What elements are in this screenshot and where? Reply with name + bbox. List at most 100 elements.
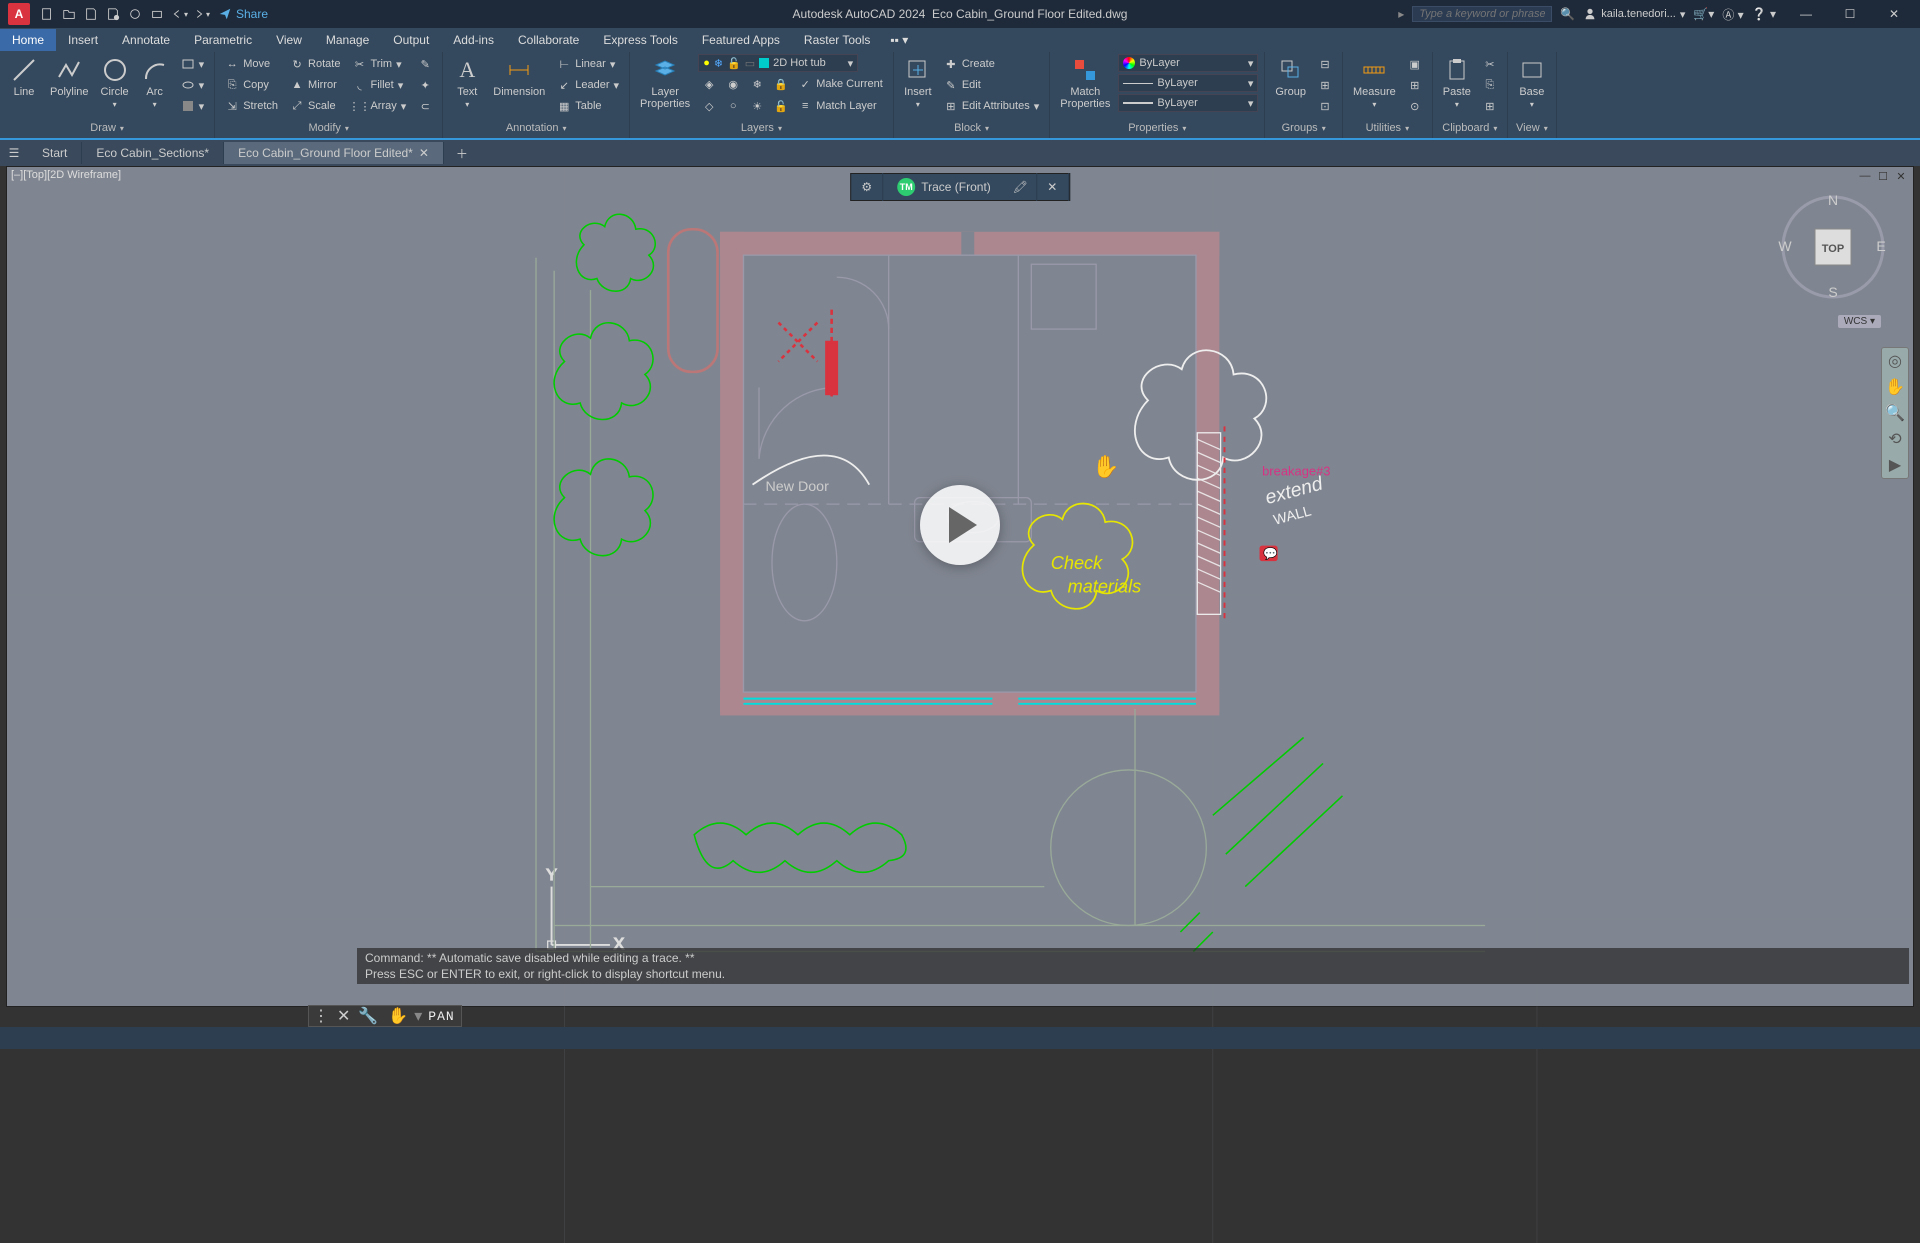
tab-close-icon[interactable]: ✕ (419, 146, 429, 160)
panel-annotation-title[interactable]: Annotation (449, 120, 623, 136)
fillet-button[interactable]: ◟Fillet ▾ (348, 75, 410, 95)
qat-plot-icon[interactable] (148, 5, 166, 23)
hatch-button[interactable]: ▾ (177, 96, 209, 116)
qat-web-icon[interactable] (126, 5, 144, 23)
menu-output[interactable]: Output (381, 29, 441, 51)
explode-button[interactable]: ✦ (414, 75, 436, 95)
menu-featured[interactable]: Featured Apps (690, 29, 792, 51)
panel-layers-title[interactable]: Layers (636, 120, 887, 136)
layer-unlock-button[interactable]: 🔓 (770, 96, 792, 116)
new-tab-button[interactable]: ＋ (444, 141, 480, 166)
minimize-button[interactable]: — (1784, 0, 1828, 28)
panel-clipboard-title[interactable]: Clipboard (1439, 120, 1501, 136)
panel-groups-title[interactable]: Groups (1271, 120, 1336, 136)
create-block-button[interactable]: ✚Create (940, 54, 1043, 74)
arc-button[interactable]: Arc▾ (137, 54, 173, 111)
ungroup-button[interactable]: ⊟ (1314, 54, 1336, 74)
erase-button[interactable]: ✎ (414, 54, 436, 74)
layer-iso-button[interactable]: ◈ (698, 74, 720, 94)
search-icon[interactable]: 🔍 (1560, 7, 1575, 21)
panel-view-title[interactable]: View (1514, 120, 1550, 136)
table-button[interactable]: ▦Table (553, 96, 623, 116)
menu-raster[interactable]: Raster Tools (792, 29, 882, 51)
menu-home[interactable]: Home (0, 29, 56, 51)
edit-attrs-button[interactable]: ⊞Edit Attributes ▾ (940, 96, 1043, 116)
share-button[interactable]: Share (218, 7, 268, 21)
qat-undo-icon[interactable]: ▾ (170, 5, 188, 23)
array-button[interactable]: ⋮⋮Array ▾ (348, 96, 410, 116)
cmd-options-icon[interactable]: ⋮ (309, 1006, 333, 1026)
lineweight-dropdown[interactable]: ByLayer▾ (1118, 94, 1258, 112)
rotate-button[interactable]: ↻Rotate (286, 54, 344, 74)
make-current-button[interactable]: ✓Make Current (794, 74, 887, 94)
app-logo-icon[interactable]: A (8, 3, 30, 25)
qat-new-icon[interactable] (38, 5, 56, 23)
menu-addins[interactable]: Add-ins (441, 29, 506, 51)
group-button[interactable]: Group (1271, 54, 1310, 100)
menu-annotate[interactable]: Annotate (110, 29, 182, 51)
dimension-button[interactable]: Dimension (489, 54, 549, 100)
circle-button[interactable]: Circle▾ (97, 54, 133, 111)
match-layer-button[interactable]: ≡Match Layer (794, 96, 881, 116)
layer-on-button[interactable]: ○ (722, 96, 744, 116)
text-button[interactable]: AText▾ (449, 54, 485, 111)
qat-saveas-icon[interactable] (104, 5, 122, 23)
panel-draw-title[interactable]: Draw (6, 120, 208, 136)
move-button[interactable]: ↔Move (221, 54, 282, 74)
linear-button[interactable]: ⊢Linear ▾ (553, 54, 623, 74)
ellipse-button[interactable]: ▾ (177, 75, 209, 95)
layer-uniso-button[interactable]: ◇ (698, 96, 720, 116)
group-sel-button[interactable]: ⊡ (1314, 96, 1336, 116)
cut-button[interactable]: ✂ (1479, 54, 1501, 74)
autodesk-icon[interactable]: Ⓐ ▾ (1722, 6, 1743, 23)
menu-view[interactable]: View (264, 29, 314, 51)
leader-button[interactable]: ↙Leader ▾ (553, 75, 623, 95)
group-edit-button[interactable]: ⊞ (1314, 75, 1336, 95)
play-overlay-icon[interactable] (920, 485, 1000, 565)
layer-props-button[interactable]: Layer Properties (636, 54, 694, 112)
command-input[interactable]: PAN (422, 1009, 460, 1024)
menu-parametric[interactable]: Parametric (182, 29, 264, 51)
stretch-button[interactable]: ⇲Stretch (221, 96, 282, 116)
qat-save-icon[interactable] (82, 5, 100, 23)
line-button[interactable]: Line (6, 54, 42, 100)
paste-button[interactable]: Paste▾ (1439, 54, 1475, 111)
rect-button[interactable]: ▾ (177, 54, 209, 74)
color-dropdown[interactable]: ByLayer▾ (1118, 54, 1258, 72)
cmd-close-icon[interactable]: ✕ (333, 1006, 354, 1026)
layer-lock-button[interactable]: 🔒 (770, 74, 792, 94)
offset-button[interactable]: ⊂ (414, 96, 436, 116)
drawing-canvas[interactable]: [–][Top][2D Wireframe] — ☐ ✕ ⚙ TM Trace … (6, 166, 1914, 1007)
panel-block-title[interactable]: Block (900, 120, 1043, 136)
point-button[interactable]: ⊙ (1404, 96, 1426, 116)
user-menu[interactable]: kaila.tenedori... ▾ (1583, 7, 1685, 21)
tab-start[interactable]: Start (28, 142, 82, 164)
copy-button[interactable]: ⎘Copy (221, 75, 282, 95)
panel-utilities-title[interactable]: Utilities (1349, 120, 1426, 136)
help-icon[interactable]: ❔ ▾ (1752, 7, 1776, 21)
copy-clip-button[interactable]: ⎘ (1479, 75, 1501, 95)
trim-button[interactable]: ✂Trim ▾ (348, 54, 410, 74)
tab-groundfloor[interactable]: Eco Cabin_Ground Floor Edited*✕ (224, 142, 444, 164)
menu-express[interactable]: Express Tools (591, 29, 689, 51)
menu-overflow[interactable]: ▪▪ ▾ (882, 29, 916, 51)
layer-off-button[interactable]: ◉ (722, 74, 744, 94)
maximize-button[interactable]: ☐ (1828, 0, 1872, 28)
close-button[interactable]: ✕ (1872, 0, 1916, 28)
match-props-button[interactable]: Match Properties (1056, 54, 1114, 112)
qat-open-icon[interactable] (60, 5, 78, 23)
menu-insert[interactable]: Insert (56, 29, 110, 51)
insert-block-button[interactable]: Insert▾ (900, 54, 936, 111)
mirror-button[interactable]: ▲Mirror (286, 75, 344, 95)
copy-base-button[interactable]: ⊞ (1479, 96, 1501, 116)
layer-frz-button[interactable]: ❄ (746, 74, 768, 94)
search-input[interactable] (1412, 6, 1552, 22)
linetype-dropdown[interactable]: ByLayer▾ (1118, 74, 1258, 92)
calc-button[interactable]: ⊞ (1404, 75, 1426, 95)
scale-button[interactable]: ⤢Scale (286, 96, 344, 116)
layer-thaw-button[interactable]: ☀ (746, 96, 768, 116)
qat-redo-icon[interactable]: ▾ (192, 5, 210, 23)
edit-block-button[interactable]: ✎Edit (940, 75, 1043, 95)
select-all-button[interactable]: ▣ (1404, 54, 1426, 74)
menu-collaborate[interactable]: Collaborate (506, 29, 591, 51)
